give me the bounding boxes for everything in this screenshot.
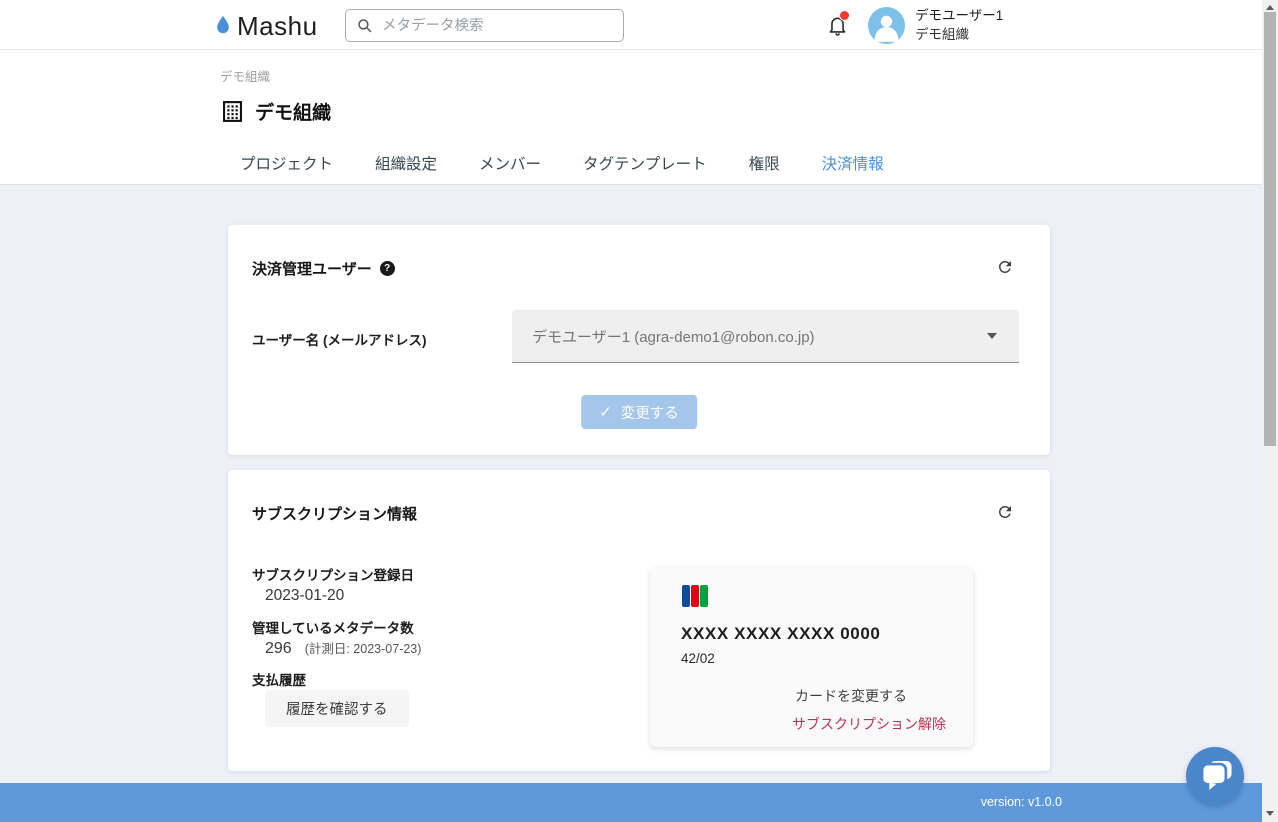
metadata-search xyxy=(345,9,624,42)
view-history-button[interactable]: 履歴を確認する xyxy=(265,690,409,727)
payment-admin-card: 決済管理ユーザー ? ユーザー名 (メールアドレス) デモユーザー1 (agra… xyxy=(228,225,1050,455)
tab-members[interactable]: メンバー xyxy=(479,152,541,174)
refresh-icon xyxy=(996,503,1014,521)
tab-tag-templates[interactable]: タグテンプレート xyxy=(583,152,707,174)
water-drop-icon xyxy=(213,13,233,40)
registered-date-label: サブスクリプション登録日 xyxy=(252,564,414,584)
tab-billing[interactable]: 決済情報 xyxy=(822,152,884,174)
credit-card-panel: XXXX XXXX XXXX 0000 42/02 カードを変更する サブスクリ… xyxy=(650,567,973,747)
refresh-button[interactable] xyxy=(996,258,1014,276)
refresh-icon xyxy=(996,258,1014,276)
notification-bell-button[interactable] xyxy=(826,13,852,39)
tab-org-settings[interactable]: 組織設定 xyxy=(375,152,437,174)
payment-admin-title-row: 決済管理ユーザー ? xyxy=(252,258,395,279)
check-icon: ✓ xyxy=(599,403,612,421)
cancel-subscription-link[interactable]: サブスクリプション解除 xyxy=(792,714,946,734)
notification-badge xyxy=(839,10,850,21)
payment-history-label: 支払履歴 xyxy=(252,669,306,689)
top-bar: Mashu デモユーザー1 デモ組織 xyxy=(0,0,1278,50)
app-screen: Mashu デモユーザー1 デモ組織 デモ組織 xyxy=(0,0,1278,822)
scroll-up-arrow-icon[interactable] xyxy=(1266,5,1274,10)
card-number: XXXX XXXX XXXX 0000 xyxy=(681,624,880,644)
footer-bar: version: v1.0.0 xyxy=(0,783,1278,822)
metadata-count-row: 296 (計測日: 2023-07-23) xyxy=(265,638,421,658)
organization-building-icon xyxy=(221,100,244,123)
scrollbar-thumb[interactable] xyxy=(1264,12,1276,446)
page-title: デモ組織 xyxy=(255,98,331,125)
user-avatar[interactable] xyxy=(868,7,905,44)
page-header: デモ組織 デモ組織 プロジェクト 組織設定 メンバー タグテンプレート 権限 決… xyxy=(0,50,1278,185)
tab-permissions[interactable]: 権限 xyxy=(749,152,780,174)
jcb-stripe-green xyxy=(700,585,708,607)
help-icon[interactable]: ? xyxy=(380,261,395,276)
tab-bar: プロジェクト 組織設定 メンバー タグテンプレート 権限 決済情報 xyxy=(240,152,884,174)
subscription-card: サブスクリプション情報 サブスクリプション登録日 2023-01-20 管理して… xyxy=(228,470,1050,771)
metadata-count-note: (計測日: 2023-07-23) xyxy=(305,638,422,657)
card-expiry: 42/02 xyxy=(681,651,715,666)
chevron-down-icon xyxy=(987,333,997,339)
subscription-title-row: サブスクリプション情報 xyxy=(252,503,417,524)
chat-widget-button[interactable] xyxy=(1186,747,1244,805)
breadcrumb[interactable]: デモ組織 xyxy=(220,66,270,85)
user-email-field-label: ユーザー名 (メールアドレス) xyxy=(252,329,426,349)
jcb-stripe-red xyxy=(691,585,699,607)
version-label: version: v1.0.0 xyxy=(981,795,1062,809)
brand-logo[interactable]: Mashu xyxy=(213,11,318,42)
change-user-button[interactable]: ✓ 変更する xyxy=(581,395,697,429)
tab-projects[interactable]: プロジェクト xyxy=(240,152,333,174)
brand-name: Mashu xyxy=(237,11,318,42)
user-name: デモユーザー1 xyxy=(915,6,1003,25)
change-user-button-label: 変更する xyxy=(621,402,679,423)
metadata-count-label: 管理しているメタデータ数 xyxy=(252,617,414,637)
person-icon xyxy=(868,7,905,44)
jcb-stripe-blue xyxy=(682,585,690,607)
jcb-brand-icon xyxy=(682,585,708,607)
vertical-scrollbar[interactable] xyxy=(1262,0,1278,822)
chat-bubble-icon xyxy=(1186,747,1244,805)
user-menu[interactable]: デモユーザー1 デモ組織 xyxy=(915,6,1003,44)
search-input[interactable] xyxy=(382,18,602,34)
user-organization: デモ組織 xyxy=(915,25,1003,44)
payment-admin-title: 決済管理ユーザー xyxy=(252,258,372,279)
page-title-row: デモ組織 xyxy=(221,98,331,125)
refresh-button[interactable] xyxy=(996,503,1014,521)
search-icon xyxy=(356,17,373,34)
payment-user-select[interactable]: デモユーザー1 (agra-demo1@robon.co.jp) xyxy=(512,310,1019,363)
metadata-count-value: 296 xyxy=(265,640,292,658)
change-card-link[interactable]: カードを変更する xyxy=(795,686,907,706)
registered-date-value: 2023-01-20 xyxy=(265,587,344,605)
subscription-title: サブスクリプション情報 xyxy=(252,503,417,524)
payment-user-select-value: デモユーザー1 (agra-demo1@robon.co.jp) xyxy=(532,326,987,347)
scroll-down-arrow-icon[interactable] xyxy=(1266,811,1274,816)
